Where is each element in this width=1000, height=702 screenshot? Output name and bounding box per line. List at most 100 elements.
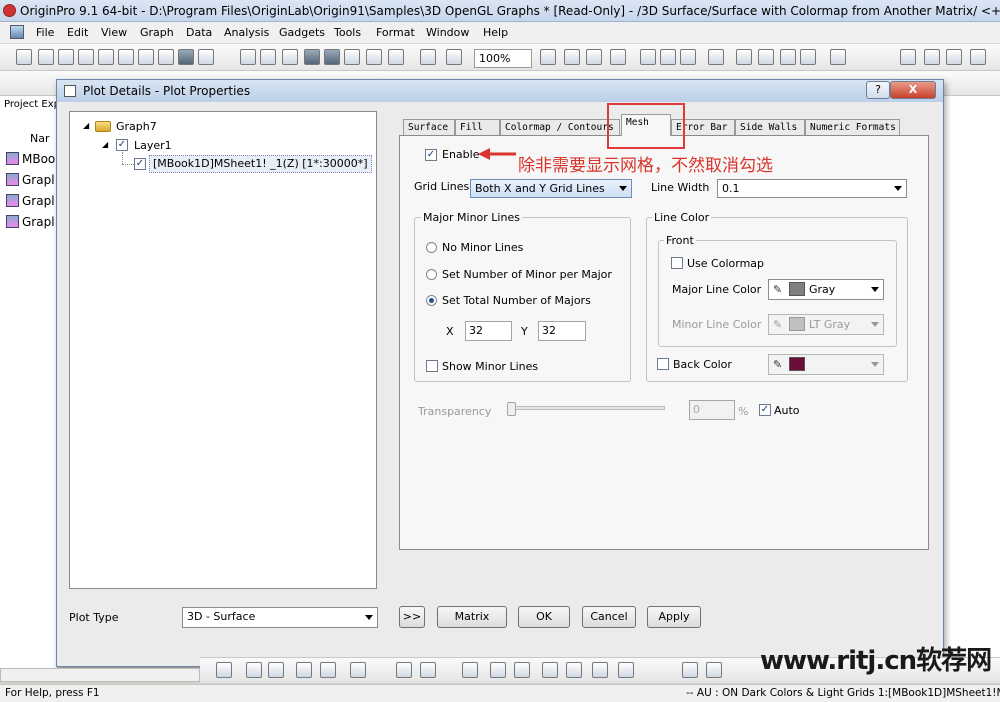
project-explorer-name-header[interactable]: Nar: [30, 132, 50, 145]
refresh-icon[interactable]: [564, 49, 580, 65]
area-plot-icon[interactable]: [490, 662, 506, 678]
new-worksheet-icon[interactable]: [38, 49, 54, 65]
script-window-icon[interactable]: [660, 49, 676, 65]
y-majors-input[interactable]: 32: [538, 321, 586, 341]
grid-lines-combo[interactable]: Both X and Y Grid Lines: [470, 179, 632, 198]
column-icon[interactable]: [946, 49, 962, 65]
menu-graph[interactable]: Graph: [140, 26, 174, 39]
export-icon[interactable]: [344, 49, 360, 65]
print-icon[interactable]: [540, 49, 556, 65]
open-excel-icon[interactable]: [260, 49, 276, 65]
smart-hint-icon[interactable]: [780, 49, 796, 65]
ternary-plot-icon[interactable]: [592, 662, 608, 678]
line-symbol-icon[interactable]: [420, 662, 436, 678]
tree-node-layer[interactable]: Layer1: [134, 139, 172, 152]
import-wizard-icon[interactable]: [388, 49, 404, 65]
save-template-icon[interactable]: [324, 49, 340, 65]
plot-type-combo[interactable]: 3D - Surface: [182, 607, 378, 628]
new-folder-icon[interactable]: [178, 49, 194, 65]
dialog-close-button[interactable]: X: [890, 81, 936, 99]
3d-plot-icon[interactable]: [618, 662, 634, 678]
code-builder-icon[interactable]: [640, 49, 656, 65]
project-explorer-icon[interactable]: [708, 49, 724, 65]
tree-collapse-icon[interactable]: ◢: [102, 140, 108, 149]
ok-button[interactable]: OK: [518, 606, 570, 628]
tab-side-walls[interactable]: Side Walls: [735, 119, 805, 136]
polar-plot-icon[interactable]: [566, 662, 582, 678]
image-plot-icon[interactable]: [706, 662, 722, 678]
use-colormap-checkbox[interactable]: [671, 257, 683, 269]
layer-visible-checkbox[interactable]: ✓: [116, 139, 128, 151]
project-item[interactable]: Grapl: [6, 194, 55, 208]
recalculate-icon[interactable]: [446, 49, 462, 65]
menu-gadgets[interactable]: Gadgets: [279, 26, 325, 39]
add-text-icon[interactable]: [830, 49, 846, 65]
duplicate-icon[interactable]: [586, 49, 602, 65]
major-color-combo[interactable]: ✎ Gray: [768, 279, 884, 300]
back-color-combo[interactable]: ✎: [768, 354, 884, 375]
back-color-checkbox[interactable]: [657, 358, 669, 370]
results-log-icon[interactable]: [736, 49, 752, 65]
open-template-icon[interactable]: [240, 49, 256, 65]
num-minor-radio[interactable]: [426, 269, 437, 280]
tree-collapse-icon[interactable]: ◢: [83, 121, 89, 130]
window-menu-icon[interactable]: [10, 25, 24, 39]
menu-data[interactable]: Data: [186, 26, 212, 39]
zoom-combo[interactable]: 100%: [474, 49, 532, 68]
command-window-icon[interactable]: [680, 49, 696, 65]
sort-icon[interactable]: [924, 49, 940, 65]
new-project-icon[interactable]: [16, 49, 32, 65]
project-item[interactable]: Grapl: [6, 215, 55, 229]
menu-window[interactable]: Window: [426, 26, 469, 39]
apply-button[interactable]: Apply: [647, 606, 701, 628]
tree-node-plot[interactable]: [MBook1D]MSheet1! _1(Z) [1*:30000*]: [149, 155, 372, 173]
menu-edit[interactable]: Edit: [67, 26, 88, 39]
horizontal-scrollbar[interactable]: [0, 668, 200, 682]
data-selector-icon[interactable]: [296, 662, 312, 678]
column-plot-icon[interactable]: [462, 662, 478, 678]
new-function-icon[interactable]: [118, 49, 134, 65]
transparency-slider[interactable]: [507, 406, 665, 410]
transparency-slider-thumb[interactable]: [507, 402, 516, 416]
new-excel-icon[interactable]: [58, 49, 74, 65]
open-icon[interactable]: [198, 49, 214, 65]
statistics-icon[interactable]: [900, 49, 916, 65]
batch-plot-icon[interactable]: [420, 49, 436, 65]
new-matrix-icon[interactable]: [98, 49, 114, 65]
menu-tools[interactable]: Tools: [334, 26, 361, 39]
import-icon[interactable]: [366, 49, 382, 65]
contour-plot-icon[interactable]: [682, 662, 698, 678]
menu-format[interactable]: Format: [376, 26, 415, 39]
dialog-help-button[interactable]: ?: [866, 81, 890, 99]
new-graph-icon[interactable]: [78, 49, 94, 65]
menu-view[interactable]: View: [101, 26, 127, 39]
pie-plot-icon[interactable]: [514, 662, 530, 678]
draw-tool-icon[interactable]: [216, 662, 232, 678]
menu-file[interactable]: File: [36, 26, 54, 39]
tab-numeric-formats[interactable]: Numeric Formats: [805, 119, 900, 136]
cancel-button[interactable]: Cancel: [582, 606, 636, 628]
more-button[interactable]: >>: [399, 606, 425, 628]
tab-colormap-contours[interactable]: Colormap / Contours: [500, 119, 620, 136]
menu-help[interactable]: Help: [483, 26, 508, 39]
auto-checkbox[interactable]: ✓: [759, 404, 771, 416]
no-minor-radio[interactable]: [426, 242, 437, 253]
matrix-button[interactable]: Matrix: [437, 606, 507, 628]
project-item[interactable]: MBoo: [6, 152, 55, 166]
tree-node-graph[interactable]: Graph7: [116, 120, 157, 133]
curve-plot-icon[interactable]: [542, 662, 558, 678]
data-reader-icon[interactable]: [246, 662, 262, 678]
line-width-combo[interactable]: 0.1: [717, 179, 907, 198]
line-plot-icon[interactable]: [350, 662, 366, 678]
show-minor-checkbox[interactable]: [426, 360, 438, 372]
row-icon[interactable]: [970, 49, 986, 65]
recent-books-icon[interactable]: [282, 49, 298, 65]
quick-help-icon[interactable]: [800, 49, 816, 65]
messages-log-icon[interactable]: [758, 49, 774, 65]
screen-reader-icon[interactable]: [268, 662, 284, 678]
tab-fill[interactable]: Fill: [455, 119, 500, 136]
plot-visible-checkbox[interactable]: ✓: [134, 158, 146, 170]
x-majors-input[interactable]: 32: [465, 321, 512, 341]
region-selector-icon[interactable]: [320, 662, 336, 678]
film-icon[interactable]: [610, 49, 626, 65]
